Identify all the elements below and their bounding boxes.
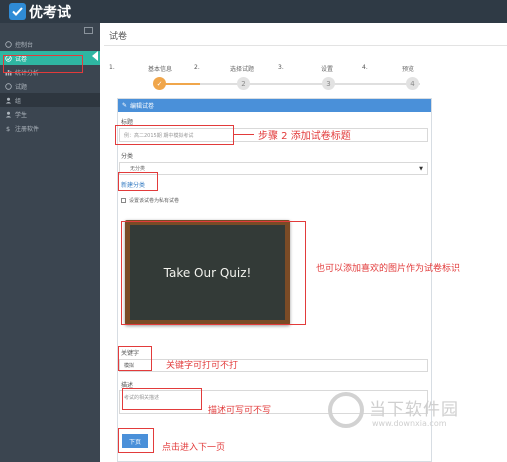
annotation-box-next [118,428,154,453]
step-done-icon[interactable]: ✓ [153,77,166,90]
watermark-text: 当下软件园 [369,400,459,420]
step-label: 基本信息 [148,66,173,73]
panel-header: ✎ 编辑试卷 [118,99,431,112]
category-select[interactable]: 无分类 ▼ [119,162,428,175]
category-value: 无分类 [130,166,146,172]
step-progress-fill [160,83,200,85]
user-icon [5,111,12,118]
step-number: 3. [278,64,284,71]
collapse-icon[interactable] [84,27,93,34]
annotation-step2: 步骤 2 添加试卷标题 [258,131,351,142]
annotation-box-sidebar [3,55,83,73]
category-label: 分类 [121,153,134,160]
sidebar-item-label: 控制台 [15,41,34,49]
app-title: 优考试 [29,4,71,21]
watermark-url: www.downxia.com [372,419,447,428]
private-checkbox-row[interactable]: 设置该试卷为私有试卷 [121,197,179,204]
step-label: 选择试题 [230,66,255,73]
annotation-next: 点击进入下一页 [162,443,226,453]
svg-text:$: $ [6,125,10,132]
step-label: 设置 [321,66,334,73]
annotation-box-keyword [118,346,152,371]
step-dot[interactable]: 2 [237,77,250,90]
panel-title: 编辑试卷 [130,103,155,110]
private-checkbox-label: 设置该试卷为私有试卷 [129,198,180,204]
annotation-keyword: 关键字可打可不打 [166,361,239,371]
group-icon [5,97,12,104]
step-label: 预览 [402,66,415,73]
active-indicator [92,51,98,61]
dollar-icon: $ [5,125,12,133]
step-number: 2. [194,64,200,71]
edit-icon: ✎ [122,102,128,109]
sidebar-item-label: 学生 [15,111,28,119]
sidebar: 控制台 试卷 统计分析 试题 组 学生 $ 注册软件 [0,23,100,462]
dashboard-icon [5,40,12,48]
top-bar: 优考试 [0,0,507,23]
annotation-box-image [121,221,306,325]
watermark-logo [328,392,364,428]
sidebar-item-label: 试题 [15,83,28,91]
sidebar-item-students[interactable]: 学生 [0,107,100,121]
annotation-box-category [118,172,158,191]
annotation-image: 也可以添加喜欢的图片作为试卷标识 [316,264,461,274]
chevron-down-icon: ▼ [419,165,423,172]
sidebar-item-register[interactable]: $ 注册软件 [0,121,100,135]
sidebar-item-groups[interactable]: 组 [0,93,100,107]
sidebar-header [0,23,100,37]
checkbox[interactable] [121,198,126,203]
question-icon [5,82,12,90]
annotation-connector [234,134,254,135]
app-logo[interactable]: 优考试 [9,3,71,21]
step-number: 1. [109,64,115,71]
step-dot[interactable]: 3 [322,77,335,90]
annotation-box-title [115,125,234,145]
sidebar-item-dashboard[interactable]: 控制台 [0,37,100,51]
step-number: 4. [362,64,368,71]
step-dot[interactable]: 4 [406,77,419,90]
page-title: 试卷 [109,32,128,42]
check-icon [9,3,26,20]
annotation-description: 描述可写可不写 [208,406,272,416]
sidebar-item-label: 组 [15,97,22,105]
divider [104,45,507,46]
sidebar-item-label: 注册软件 [15,125,40,133]
annotation-box-description [122,388,202,410]
sidebar-item-questions[interactable]: 试题 [0,79,100,93]
